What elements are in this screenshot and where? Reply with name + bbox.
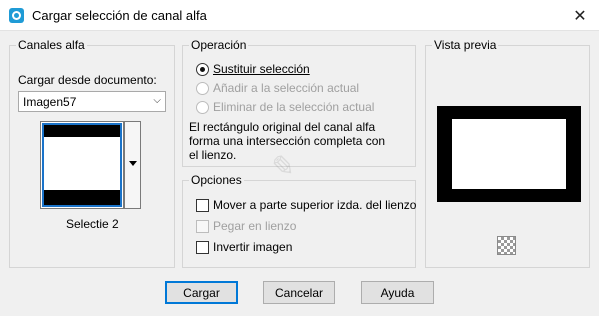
- doc-label-text: Cargar desde documento:: [18, 73, 157, 87]
- triangle-down-icon: [129, 161, 137, 166]
- radio-eliminar[interactable]: Eliminar de la selección actual: [196, 100, 374, 114]
- radio-anadir-dot: [196, 81, 209, 95]
- opciones-legend: Opciones: [189, 173, 244, 187]
- radio-sustituir-dot: [196, 62, 209, 76]
- operacion-legend: Operación: [189, 38, 249, 52]
- app-icon: [9, 8, 24, 23]
- cargar-button[interactable]: Cargar: [165, 281, 238, 304]
- canales-alfa-legend: Canales alfa: [16, 38, 87, 52]
- radio-sustituir[interactable]: Sustituir selección: [196, 62, 310, 76]
- preview-legend: Vista previa: [432, 38, 499, 52]
- check-invertir[interactable]: Invertir imagen: [196, 240, 292, 254]
- window-title: Cargar selección de canal alfa: [32, 8, 207, 23]
- channel-thumb-selection: [42, 123, 122, 207]
- document-select-value: Imagen57: [23, 95, 77, 109]
- radio-anadir[interactable]: Añadir a la selección actual: [196, 81, 359, 95]
- preview-image: [437, 106, 581, 202]
- check-pegar-box: [196, 219, 209, 233]
- radio-eliminar-dot: [196, 100, 209, 114]
- check-mover-label: Mover a parte superior izda. del lienzo: [213, 198, 417, 212]
- document-select[interactable]: Imagen57 ⌵: [18, 91, 166, 112]
- close-icon[interactable]: ✕: [561, 0, 599, 31]
- channel-name: Selectie 2: [66, 217, 119, 231]
- radio-sustituir-label: Sustituir selección: [213, 62, 310, 76]
- radio-eliminar-label: Eliminar de la selección actual: [213, 100, 375, 114]
- operacion-description: El rectángulo original del canal alfa fo…: [189, 120, 386, 162]
- check-mover-box: [196, 198, 209, 212]
- check-invertir-label: Invertir imagen: [213, 240, 293, 254]
- check-pegar-label: Pegar en lienzo: [213, 219, 297, 233]
- ayuda-button[interactable]: Ayuda: [361, 281, 434, 304]
- checker-zoom-icon[interactable]: [497, 236, 516, 255]
- chevron-down-icon: ⌵: [153, 95, 161, 106]
- title-bar: Cargar selección de canal alfa ✕: [0, 0, 599, 31]
- channel-thumbnail[interactable]: [40, 121, 124, 209]
- radio-anadir-label: Añadir a la selección actual: [213, 81, 360, 95]
- check-invertir-box: [196, 240, 209, 254]
- check-pegar[interactable]: Pegar en lienzo: [196, 219, 296, 233]
- channel-dropdown-button[interactable]: [124, 121, 141, 209]
- preview-white-area: [452, 119, 566, 189]
- check-mover[interactable]: Mover a parte superior izda. del lienzo: [196, 198, 416, 212]
- cancelar-button[interactable]: Cancelar: [263, 281, 335, 304]
- doc-label: Cargar desde documento:: [18, 73, 157, 87]
